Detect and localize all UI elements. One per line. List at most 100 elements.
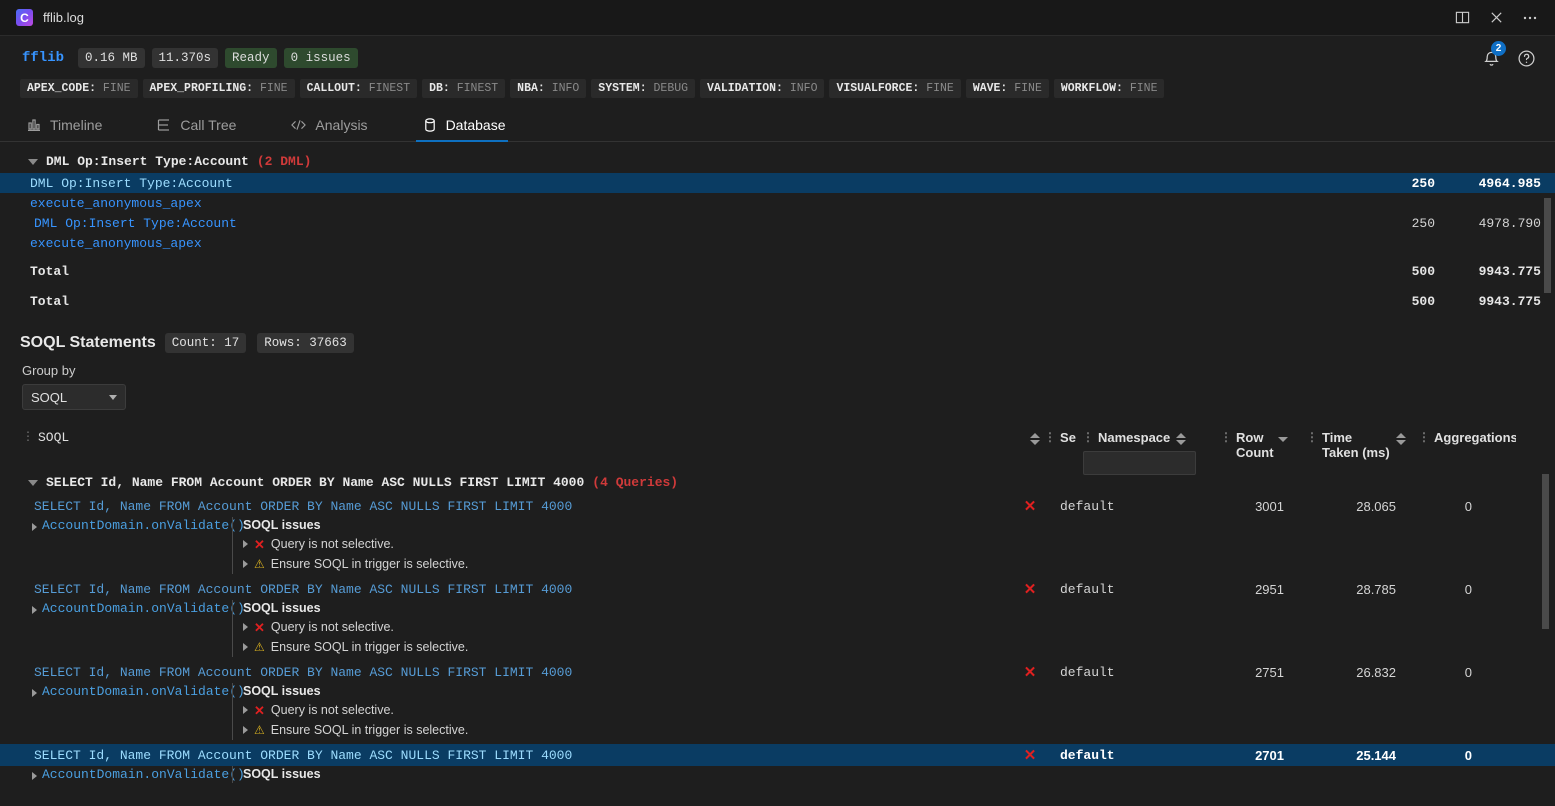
row-count-cell: 2751 bbox=[1255, 664, 1284, 680]
chevron-right-icon[interactable] bbox=[243, 623, 248, 631]
table-row[interactable]: execute_anonymous_apex bbox=[0, 233, 1555, 253]
log-level-badge: VISUALFORCE: FINE bbox=[829, 78, 961, 98]
column-header-label: SOQL bbox=[38, 430, 70, 445]
issue-item[interactable]: ✕ Query is not selective. bbox=[243, 534, 468, 554]
issue-item[interactable]: ⚠ Ensure SOQL in trigger is selective. bbox=[243, 554, 468, 574]
chevron-down-icon[interactable] bbox=[28, 158, 38, 165]
column-header-label: Aggregations bbox=[1434, 430, 1516, 445]
log-level-key: CALLOUT: bbox=[306, 81, 362, 95]
table-row[interactable]: execute_anonymous_apex bbox=[0, 193, 1555, 213]
status-row: fflib 0.16 MB 11.370s Ready 0 issues 2 bbox=[0, 41, 1555, 74]
query-stack-toggle[interactable]: AccountDomain.onValidate() bbox=[26, 683, 245, 740]
split-editor-icon[interactable] bbox=[1445, 4, 1479, 32]
query-stack-toggle[interactable]: AccountDomain.onValidate() bbox=[26, 517, 245, 574]
column-header-namespace[interactable]: ⋮ Namespace bbox=[1082, 424, 1220, 445]
chevron-right-icon[interactable] bbox=[32, 689, 37, 697]
soql-title: SOQL Statements bbox=[20, 334, 156, 351]
chevron-right-icon[interactable] bbox=[243, 540, 248, 548]
issues-title: SOQL issues bbox=[243, 767, 321, 781]
table-row-total: Total 500 9943.775 bbox=[0, 291, 1555, 311]
dml-row-count: 500 bbox=[1411, 293, 1435, 309]
issue-text: Ensure SOQL in trigger is selective. bbox=[270, 557, 469, 571]
chevron-right-icon[interactable] bbox=[243, 706, 248, 714]
namespace-filter-input[interactable] bbox=[1083, 451, 1196, 475]
column-header-label-line1: Time bbox=[1322, 430, 1353, 445]
help-button[interactable] bbox=[1511, 44, 1541, 72]
log-level-badge: DB: FINEST bbox=[422, 78, 506, 98]
chevron-right-icon[interactable] bbox=[32, 772, 37, 780]
column-drag-handle-icon[interactable]: ⋮ bbox=[22, 430, 34, 443]
group-by-select[interactable]: SOQL bbox=[22, 384, 126, 410]
table-row[interactable]: DML Op:Insert Type:Account 250 4964.985 bbox=[0, 173, 1555, 193]
sort-toggle-icon[interactable] bbox=[1395, 430, 1406, 445]
group-by-value: SOQL bbox=[31, 389, 68, 405]
status-chip-issues[interactable]: 0 issues bbox=[283, 48, 358, 68]
column-header-time-taken[interactable]: ⋮ Time Taken (ms) bbox=[1306, 424, 1418, 460]
error-x-icon: ✕ bbox=[1023, 746, 1037, 764]
column-drag-handle-icon[interactable]: ⋮ bbox=[1044, 430, 1056, 443]
dml-row-time: 4964.985 bbox=[1478, 175, 1541, 191]
issue-item[interactable]: ✕ Query is not selective. bbox=[243, 617, 468, 637]
notifications-button[interactable]: 2 bbox=[1475, 41, 1507, 72]
chevron-right-icon[interactable] bbox=[32, 606, 37, 614]
column-header-row-count[interactable]: ⋮ Row Count bbox=[1220, 424, 1306, 460]
log-level-value: FINE bbox=[259, 81, 288, 95]
chevron-right-icon[interactable] bbox=[32, 523, 37, 531]
dml-scrollbar[interactable] bbox=[1544, 198, 1551, 293]
issue-text: Query is not selective. bbox=[270, 537, 394, 551]
chevron-right-icon[interactable] bbox=[243, 560, 248, 568]
column-drag-handle-icon[interactable]: ⋮ bbox=[1306, 430, 1318, 443]
sort-toggle-icon[interactable] bbox=[1030, 430, 1041, 445]
tab-analysis[interactable]: Analysis bbox=[284, 117, 381, 141]
column-header-aggregations[interactable]: ⋮ Aggregations bbox=[1418, 424, 1516, 445]
dml-group-label: DML Op:Insert Type:Account bbox=[46, 154, 249, 169]
issue-item[interactable]: ⚠ Ensure SOQL in trigger is selective. bbox=[243, 637, 468, 657]
soql-group-label: SELECT Id, Name FROM Account ORDER BY Na… bbox=[46, 475, 585, 490]
chevron-right-icon[interactable] bbox=[243, 643, 248, 651]
dml-group-header[interactable]: DML Op:Insert Type:Account (2 DML) bbox=[0, 150, 1555, 173]
namespace-cell: default bbox=[1060, 747, 1115, 763]
tree-list-icon bbox=[158, 119, 170, 131]
issue-item[interactable]: ✕ Query is not selective. bbox=[243, 700, 468, 720]
error-x-icon: ✕ bbox=[1023, 663, 1037, 681]
issue-item[interactable]: ⚠ Ensure SOQL in trigger is selective. bbox=[243, 720, 468, 740]
chevron-right-icon[interactable] bbox=[243, 726, 248, 734]
tab-timeline[interactable]: Timeline bbox=[20, 117, 116, 141]
log-level-badge: NBA: INFO bbox=[510, 78, 587, 98]
more-actions-icon[interactable] bbox=[1513, 4, 1547, 32]
tab-call-tree[interactable]: Call Tree bbox=[150, 117, 250, 141]
column-header-selective[interactable]: ⋮ Se bbox=[1022, 424, 1082, 445]
table-row[interactable]: SELECT Id, Name FROM Account ORDER BY Na… bbox=[0, 495, 1555, 517]
soql-group-header[interactable]: SELECT Id, Name FROM Account ORDER BY Na… bbox=[0, 470, 1555, 495]
log-level-key: DB: bbox=[429, 81, 450, 95]
query-stack-toggle[interactable]: AccountDomain.onValidate() bbox=[26, 600, 245, 657]
soql-count-chip: Count: 17 bbox=[164, 333, 247, 353]
column-drag-handle-icon[interactable]: ⋮ bbox=[1082, 430, 1094, 443]
query-stack-toggle[interactable]: AccountDomain.onValidate() bbox=[26, 766, 245, 783]
log-level-badge: WAVE: FINE bbox=[965, 78, 1049, 98]
close-icon[interactable] bbox=[1479, 4, 1513, 32]
soql-grid-scrollbar[interactable] bbox=[1542, 474, 1549, 629]
table-row[interactable]: SELECT Id, Name FROM Account ORDER BY Na… bbox=[0, 578, 1555, 600]
issues-title: SOQL issues bbox=[243, 684, 321, 698]
query-detail: AccountDomain.onValidate() SOQL issues ✕… bbox=[0, 600, 1555, 657]
time-taken-cell: 28.065 bbox=[1356, 498, 1396, 514]
column-drag-handle-icon[interactable]: ⋮ bbox=[1220, 430, 1232, 443]
row-count-cell: 2951 bbox=[1255, 581, 1284, 597]
query-sql: SELECT Id, Name FROM Account ORDER BY Na… bbox=[34, 747, 573, 763]
column-header-soql[interactable]: ⋮ SOQL bbox=[22, 424, 1022, 445]
chevron-down-icon[interactable] bbox=[28, 479, 38, 486]
log-level-value: INFO bbox=[789, 81, 818, 95]
selective-cell: ✕ bbox=[1000, 665, 1060, 680]
sort-desc-icon[interactable] bbox=[1277, 437, 1288, 442]
tab-database[interactable]: Database bbox=[415, 117, 520, 142]
sort-toggle-icon[interactable] bbox=[1176, 430, 1187, 445]
query-detail: AccountDomain.onValidate() SOQL issues bbox=[0, 766, 1555, 783]
column-drag-handle-icon[interactable]: ⋮ bbox=[1418, 430, 1430, 443]
table-row[interactable]: SELECT Id, Name FROM Account ORDER BY Na… bbox=[0, 661, 1555, 683]
table-row[interactable]: SELECT Id, Name FROM Account ORDER BY Na… bbox=[0, 744, 1555, 766]
table-row[interactable]: DML Op:Insert Type:Account 250 4978.790 bbox=[0, 213, 1555, 233]
log-level-key: APEX_PROFILING: bbox=[149, 81, 254, 95]
log-level-value: DEBUG bbox=[653, 81, 689, 95]
query-stack-label: AccountDomain.onValidate() bbox=[42, 518, 245, 533]
